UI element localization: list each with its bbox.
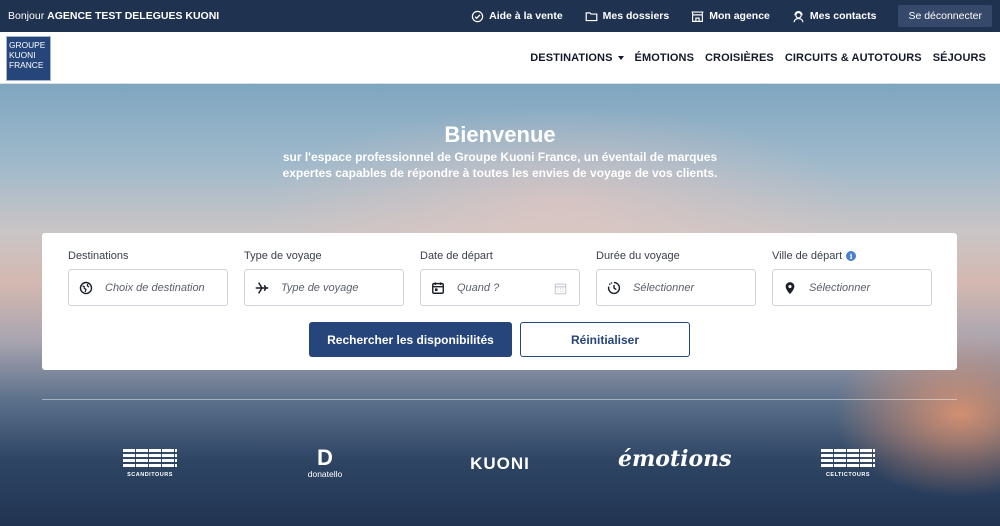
nav-emotions[interactable]: ÉMOTIONS <box>635 52 694 64</box>
celtictours-name: CELTICTOURS <box>825 472 871 478</box>
destination-field: Destinations Choix de destination <box>68 249 228 306</box>
sales-help-label: Aide à la vente <box>489 10 563 22</box>
groupe-kuoni-logo[interactable]: GROUPE KUONI FRANCE <box>6 36 51 81</box>
departure-date-field: Date de départ Quand ? <box>420 249 580 306</box>
logo-line-1: GROUPE <box>9 40 46 50</box>
badge-check-icon <box>471 10 484 22</box>
globe-icon <box>79 281 93 294</box>
hero-title: Bienvenue <box>444 122 556 147</box>
nav-destinations-label: DESTINATIONS <box>530 52 613 64</box>
my-contacts-label: Mes contacts <box>809 10 877 22</box>
divider <box>42 399 957 400</box>
logout-button[interactable]: Se déconnecter <box>898 5 992 27</box>
departure-city-select[interactable]: Sélectionner <box>772 269 932 306</box>
calendar-picker-icon[interactable] <box>554 282 567 295</box>
logo-line-3: FRANCE <box>9 60 44 70</box>
main-navbar: GROUPE KUONI FRANCE DESTINATIONS ÉMOTION… <box>0 32 1000 84</box>
scanditours-name: SCANDITOURS <box>127 472 173 478</box>
travel-type-label: Type de voyage <box>244 250 322 262</box>
travel-type-select[interactable]: Type de voyage <box>244 269 404 306</box>
greeting: Bonjour AGENCE TEST DELEGUES KUONI <box>8 10 219 22</box>
departure-city-label: Ville de départ <box>772 250 843 262</box>
celtictours-mark <box>821 449 875 469</box>
scanditours-logo[interactable]: SCANDITOURS <box>120 449 180 478</box>
sales-help-link[interactable]: Aide à la vente <box>471 10 563 23</box>
departure-city-placeholder: Sélectionner <box>809 281 871 294</box>
my-files-label: Mes dossiers <box>602 10 670 22</box>
scanditours-mark <box>123 449 177 469</box>
folder-icon <box>585 11 598 21</box>
logo-line-2: KUONI <box>9 50 36 60</box>
calendar-icon <box>432 281 444 294</box>
emotions-logo[interactable]: émotions <box>618 446 732 472</box>
caret-down-icon <box>617 56 624 60</box>
duration-label: Durée du voyage <box>596 250 680 262</box>
storefront-icon <box>691 10 704 22</box>
donatello-mark: D <box>317 445 333 470</box>
donatello-name: donatello <box>307 469 343 479</box>
nav-destinations[interactable]: DESTINATIONS <box>530 52 624 64</box>
nav-circuits-autotours[interactable]: CIRCUITS & AUTOTOURS <box>785 52 922 64</box>
clock-icon <box>607 281 621 294</box>
travel-type-placeholder: Type de voyage <box>281 281 359 294</box>
hero-subtitle: sur l'espace professionnel de Groupe Kuo… <box>282 150 718 180</box>
reset-button[interactable]: Réinitialiser <box>520 322 690 357</box>
nav-croisieres[interactable]: CROISIÈRES <box>705 52 774 64</box>
duration-select[interactable]: Sélectionner <box>596 269 756 306</box>
top-bar: Bonjour AGENCE TEST DELEGUES KUONI Aide … <box>0 0 1000 32</box>
my-agency-label: Mon agence <box>709 10 770 22</box>
top-links: Aide à la vente Mes dossiers Mon agence … <box>471 0 1000 32</box>
support-agent-icon <box>793 10 804 22</box>
my-agency-link[interactable]: Mon agence <box>691 10 770 23</box>
departure-city-field: Ville de départ i Sélectionner <box>772 249 932 306</box>
duration-placeholder: Sélectionner <box>633 281 695 294</box>
search-card: Destinations Choix de destination Type d… <box>42 233 957 370</box>
travel-type-field: Type de voyage Type de voyage <box>244 249 404 306</box>
nav-links: DESTINATIONS ÉMOTIONS CROISIÈRES CIRCUIT… <box>530 32 986 84</box>
nav-sejours[interactable]: SÉJOURS <box>933 52 986 64</box>
destination-placeholder: Choix de destination <box>105 281 205 294</box>
my-files-link[interactable]: Mes dossiers <box>585 10 670 23</box>
destination-select[interactable]: Choix de destination <box>68 269 228 306</box>
plane-icon <box>255 281 269 294</box>
departure-date-placeholder: Quand ? <box>457 281 500 294</box>
kuoni-logo[interactable]: KUONI <box>460 454 540 474</box>
my-contacts-link[interactable]: Mes contacts <box>792 10 877 23</box>
donatello-logo[interactable]: D donatello <box>300 445 350 480</box>
search-availability-button[interactable]: Rechercher les disponibilités <box>309 322 512 357</box>
destination-label: Destinations <box>68 250 129 262</box>
greeting-prefix: Bonjour <box>8 10 45 22</box>
departure-date-label: Date de départ <box>420 250 493 262</box>
info-icon[interactable]: i <box>846 251 857 261</box>
map-pin-icon <box>785 281 795 294</box>
departure-date-input[interactable]: Quand ? <box>420 269 580 306</box>
celtictours-logo[interactable]: CELTICTOURS <box>818 449 878 478</box>
agency-name: AGENCE TEST DELEGUES KUONI <box>47 10 220 22</box>
duration-field: Durée du voyage Sélectionner <box>596 249 756 306</box>
